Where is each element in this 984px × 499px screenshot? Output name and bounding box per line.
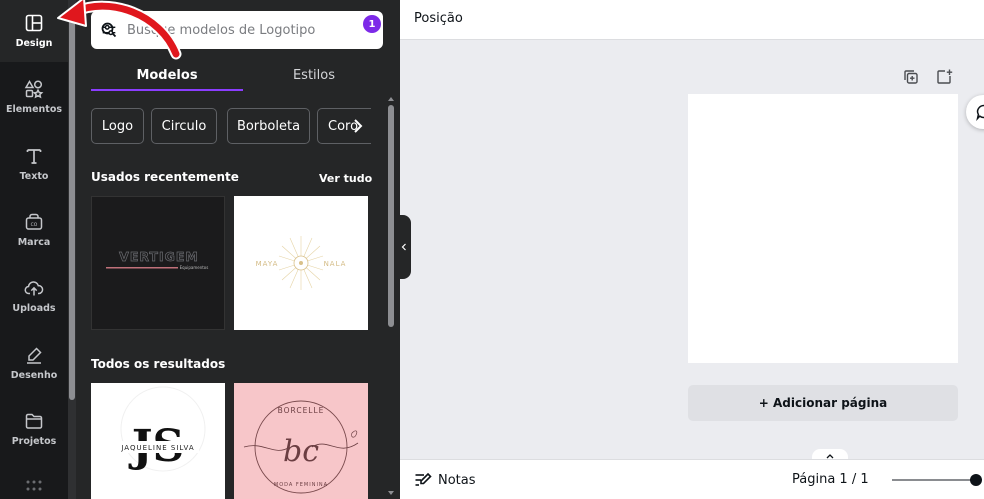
comment-icon xyxy=(976,104,984,121)
apps-grid-icon[interactable] xyxy=(24,479,44,493)
result-template-js[interactable]: JS JAQUELINE SILVA xyxy=(91,383,225,499)
active-tab-indicator xyxy=(91,89,243,91)
recent-section-title: Usados recentemente xyxy=(91,170,239,184)
recent-template-vertigem[interactable]: VERTIGEM Equipamentos xyxy=(91,196,225,330)
logo-name: JAQUELINE SILVA xyxy=(120,444,194,452)
brand-icon: CO xyxy=(25,213,43,230)
rail-item-label: Marca xyxy=(17,237,51,248)
design-page[interactable] xyxy=(688,94,958,363)
rail-item-label: Uploads xyxy=(12,303,56,314)
filter-icon[interactable] xyxy=(100,21,118,39)
design-panel: 1 Modelos Estilos Logo Circulo Borboleta… xyxy=(68,0,400,499)
see-all-link[interactable]: Ver tudo xyxy=(319,172,372,185)
chip-circulo[interactable]: Circulo xyxy=(151,108,217,144)
layout-icon xyxy=(25,14,43,32)
shapes-icon xyxy=(24,80,44,99)
context-toolbar: Posição xyxy=(400,0,984,40)
rail-scrollbar-thumb[interactable] xyxy=(69,8,75,400)
rail-item-projects[interactable]: Projetos xyxy=(0,398,68,460)
chevron-right-icon[interactable] xyxy=(350,116,366,136)
folder-icon xyxy=(25,413,43,429)
chip-logo[interactable]: Logo xyxy=(91,108,144,144)
footer-bar: Notas Página 1 / 1 xyxy=(400,459,984,499)
filter-chips: Logo Circulo Borboleta Coro xyxy=(91,108,371,144)
editor-app: Design Elementos Texto CO Marca Uploads … xyxy=(0,0,984,499)
js-monogram-logo: JS JAQUELINE SILVA xyxy=(117,386,206,472)
logo-text: VERTIGEM xyxy=(119,249,199,264)
rail-scrollbar[interactable] xyxy=(68,0,76,499)
add-page-button[interactable]: + Adicionar página xyxy=(688,385,958,421)
text-icon xyxy=(26,149,42,164)
zoom-slider-handle[interactable] xyxy=(970,474,982,486)
recent-template-maya-nala[interactable]: MAYA NALA xyxy=(234,196,368,330)
chevron-left-icon xyxy=(401,243,406,251)
comment-button[interactable] xyxy=(966,95,984,129)
borcelle-logo: BORCELLE bc MODA FEMININA xyxy=(243,400,359,494)
cloud-upload-icon xyxy=(24,281,44,296)
page-indicator[interactable]: Página 1 / 1 xyxy=(792,472,869,487)
rail-item-label: Desenho xyxy=(10,370,58,381)
rail-item-brand[interactable]: CO Marca xyxy=(0,199,68,261)
rail-item-text[interactable]: Texto xyxy=(0,133,68,195)
add-page-icon[interactable] xyxy=(935,68,953,86)
rail-item-label: Elementos xyxy=(5,104,63,115)
rail-item-label: Design xyxy=(15,38,53,49)
notes-label: Notas xyxy=(438,472,476,488)
position-button[interactable]: Posição xyxy=(414,11,463,26)
svg-text:CO: CO xyxy=(31,222,38,228)
pen-icon xyxy=(27,347,42,364)
tab-estilos[interactable]: Estilos xyxy=(239,58,389,92)
side-rail: Design Elementos Texto CO Marca Uploads … xyxy=(0,0,68,499)
vertigem-logo: VERTIGEM Equipamentos xyxy=(106,249,209,270)
rail-item-elements[interactable]: Elementos xyxy=(0,66,68,128)
rail-item-uploads[interactable]: Uploads xyxy=(0,265,68,327)
rail-item-design[interactable]: Design xyxy=(0,0,68,62)
notes-button[interactable]: Notas xyxy=(414,471,476,489)
notes-icon xyxy=(415,472,432,486)
results-section-title: Todos os resultados xyxy=(91,357,226,371)
rail-item-label: Projetos xyxy=(11,436,57,447)
filter-count-badge: 1 xyxy=(363,15,381,33)
zoom-slider-track[interactable] xyxy=(892,479,976,481)
logo-monogram: bc xyxy=(283,434,319,469)
chip-borboleta[interactable]: Borboleta xyxy=(227,108,310,144)
template-search xyxy=(91,11,383,49)
logo-bottom-text: MODA FEMININA xyxy=(274,482,328,488)
search-input[interactable] xyxy=(127,19,339,41)
rail-item-label: Texto xyxy=(19,171,49,182)
rail-item-draw[interactable]: Desenho xyxy=(0,332,68,394)
panel-scrollbar-thumb[interactable] xyxy=(388,105,394,327)
logo-text-left: MAYA xyxy=(256,260,279,268)
panel-tabs: Modelos Estilos xyxy=(91,58,371,92)
duplicate-page-icon[interactable] xyxy=(902,68,920,86)
result-template-borcelle[interactable]: BORCELLE bc MODA FEMININA xyxy=(234,383,368,499)
logo-text-right: NALA xyxy=(324,260,347,268)
logo-top-text: BORCELLE xyxy=(278,406,325,415)
collapse-panel-button[interactable] xyxy=(397,215,411,279)
panel-scrollbar[interactable] xyxy=(386,95,396,499)
logo-subtext: Equipamentos xyxy=(180,265,209,270)
tab-modelos[interactable]: Modelos xyxy=(91,58,243,92)
maya-nala-logo: MAYA NALA xyxy=(256,236,347,290)
